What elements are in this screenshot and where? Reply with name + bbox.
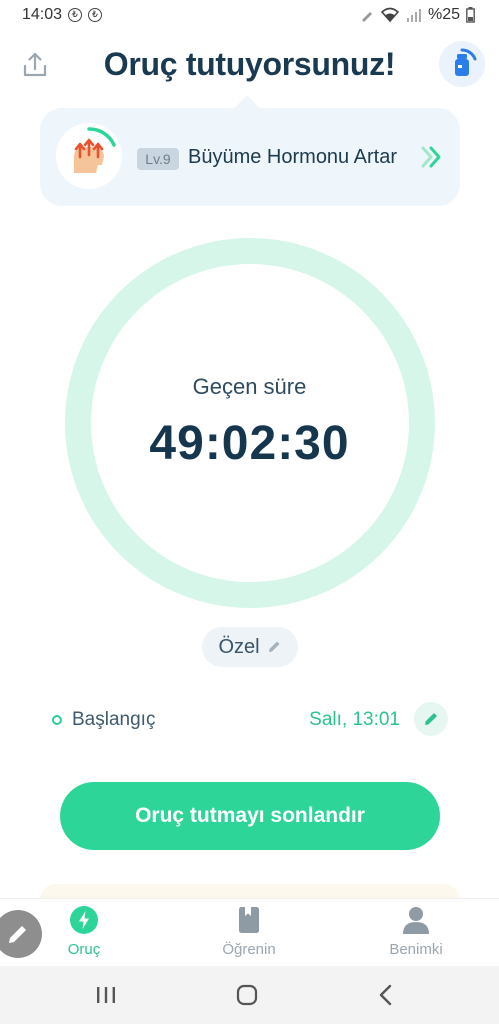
level-name: Büyüme Hormonu Artar (188, 146, 397, 168)
pen-status-icon (361, 12, 372, 22)
bottom-nav: Oruç Öğrenin Benimki (0, 898, 499, 966)
recents-button[interactable] (86, 980, 126, 1010)
nav-label: Oruç (67, 941, 101, 958)
pencil-icon (425, 713, 437, 725)
nav-label: Öğrenin (222, 941, 276, 958)
level-card[interactable]: Lv.9 Büyüme Hormonu Artar (40, 108, 460, 206)
edit-start-button[interactable] (414, 702, 448, 736)
header: Oruç tutuyorsunuz! (0, 38, 499, 94)
recents-icon (97, 987, 115, 1003)
elapsed-label: Geçen süre (192, 374, 307, 399)
start-label: Başlangıç (72, 709, 156, 730)
system-nav-bar (0, 966, 499, 1024)
back-icon (379, 984, 392, 1006)
start-value[interactable]: Salı, 13:01 (309, 709, 400, 731)
status-bar: 14:03 ₺ ₺ %25 (0, 0, 499, 30)
level-badge: Lv.9 (137, 148, 179, 170)
growth-hormone-icon (74, 127, 116, 173)
plan-chip[interactable]: Özel (202, 627, 298, 667)
page-title: Oruç tutuyorsunuz! (103, 46, 396, 82)
water-bottle-icon (455, 48, 477, 76)
pencil-icon (9, 926, 26, 943)
home-button[interactable] (227, 980, 267, 1010)
status-left: 14:03 ₺ ₺ (22, 6, 103, 24)
notification-icon: ₺ (68, 8, 83, 22)
battery-percent: %25 (427, 6, 460, 23)
battery-icon (466, 7, 475, 23)
notification-icon: ₺ (88, 8, 103, 22)
plan-label: Özel (218, 635, 260, 658)
wifi-icon (380, 7, 400, 23)
nav-item-fasting[interactable]: Oruç (24, 905, 144, 958)
elapsed-time: 49:02:30 (149, 417, 350, 470)
home-icon (236, 984, 258, 1006)
back-button[interactable] (366, 980, 406, 1010)
start-row: Başlangıç Salı, 13:01 (50, 700, 450, 740)
status-right: %25 (360, 6, 475, 24)
nav-label: Benimki (389, 941, 443, 958)
nav-item-learn[interactable]: Öğrenin (189, 905, 309, 958)
status-time: 14:03 (22, 6, 63, 23)
book-icon (239, 907, 259, 933)
pencil-icon (268, 641, 280, 652)
double-chevron-right-icon[interactable] (420, 144, 444, 170)
person-icon (403, 907, 429, 934)
start-dot-icon (52, 715, 62, 725)
end-fast-button[interactable]: Oruç tutmayı sonlandır (60, 782, 440, 850)
water-button[interactable] (439, 41, 485, 87)
level-avatar (56, 123, 122, 189)
signal-icon (406, 9, 421, 22)
bolt-icon (70, 906, 98, 934)
nav-item-profile[interactable]: Benimki (356, 905, 476, 958)
